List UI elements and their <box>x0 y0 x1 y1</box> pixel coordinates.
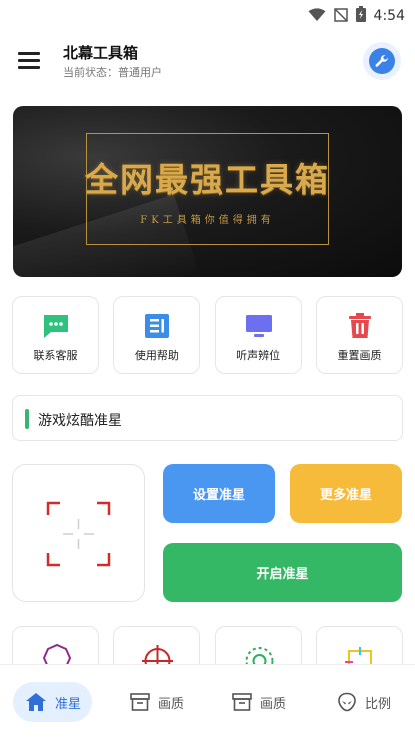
usage-help-label: 使用帮助 <box>134 349 179 362</box>
document-icon <box>145 314 170 338</box>
accent-bar <box>25 409 29 429</box>
feature-grid: 联系客服 使用帮助 听声辨位 重置画质 <box>12 296 403 374</box>
battery-charging-icon <box>355 6 366 26</box>
menu-button[interactable] <box>18 50 42 70</box>
sound-locate-button[interactable]: 听声辨位 <box>214 296 302 374</box>
tab-quality-2-label: 画质 <box>260 696 287 712</box>
home-icon <box>26 693 46 711</box>
tab-quality-label: 画质 <box>158 696 185 712</box>
app-title: 北幕工具箱 <box>63 44 139 62</box>
tab-ratio-label: 比例 <box>365 696 392 712</box>
set-crosshair-button[interactable]: 设置准星 <box>163 464 275 523</box>
monitor-icon <box>245 315 272 337</box>
crosshair-preview <box>12 464 145 602</box>
alien-icon <box>338 692 356 712</box>
section-title: 游戏炫酷准星 <box>38 413 122 429</box>
tools-button[interactable] <box>363 42 401 80</box>
archive-icon <box>232 693 252 711</box>
tab-crosshair-label: 准星 <box>55 696 82 712</box>
tab-crosshair[interactable]: 准星 <box>13 682 92 722</box>
tab-quality[interactable]: 画质 <box>130 682 184 722</box>
contact-support-button[interactable]: 联系客服 <box>12 296 99 374</box>
reset-quality-button[interactable]: 重置画质 <box>315 296 403 374</box>
wrench-icon <box>375 54 389 67</box>
no-signal-icon <box>333 7 348 26</box>
promo-banner[interactable]: 全网最强工具箱 FK工具箱你值得拥有 <box>13 106 402 277</box>
section-header: 游戏炫酷准星 <box>12 395 403 441</box>
menu-icon <box>18 52 40 55</box>
wifi-icon <box>308 7 326 26</box>
tab-ratio[interactable]: 比例 <box>337 682 391 722</box>
reset-quality-label: 重置画质 <box>337 349 382 362</box>
app-bar: 北幕工具箱 当前状态：普通用户 <box>0 34 415 90</box>
archive-icon <box>130 693 150 711</box>
contact-support-label: 联系客服 <box>33 349 78 362</box>
chat-icon <box>44 315 68 338</box>
sound-locate-label: 听声辨位 <box>236 349 281 362</box>
tab-quality-2[interactable]: 画质 <box>232 682 286 722</box>
open-crosshair-button[interactable]: 开启准星 <box>163 543 402 602</box>
trash-icon <box>348 313 371 338</box>
crosshair-icon <box>46 501 111 567</box>
user-status-text: 当前状态：普通用户 <box>63 66 162 79</box>
status-bar: 4:54 <box>0 0 415 30</box>
banner-headline: 全网最强工具箱 <box>85 160 330 199</box>
banner-tagline: FK工具箱你值得拥有 <box>140 215 275 226</box>
clock: 4:54 <box>373 8 405 24</box>
more-crosshair-button[interactable]: 更多准星 <box>290 464 402 523</box>
bottom-nav: 准星 画质 画质 比例 <box>0 664 415 739</box>
usage-help-button[interactable]: 使用帮助 <box>113 296 201 374</box>
